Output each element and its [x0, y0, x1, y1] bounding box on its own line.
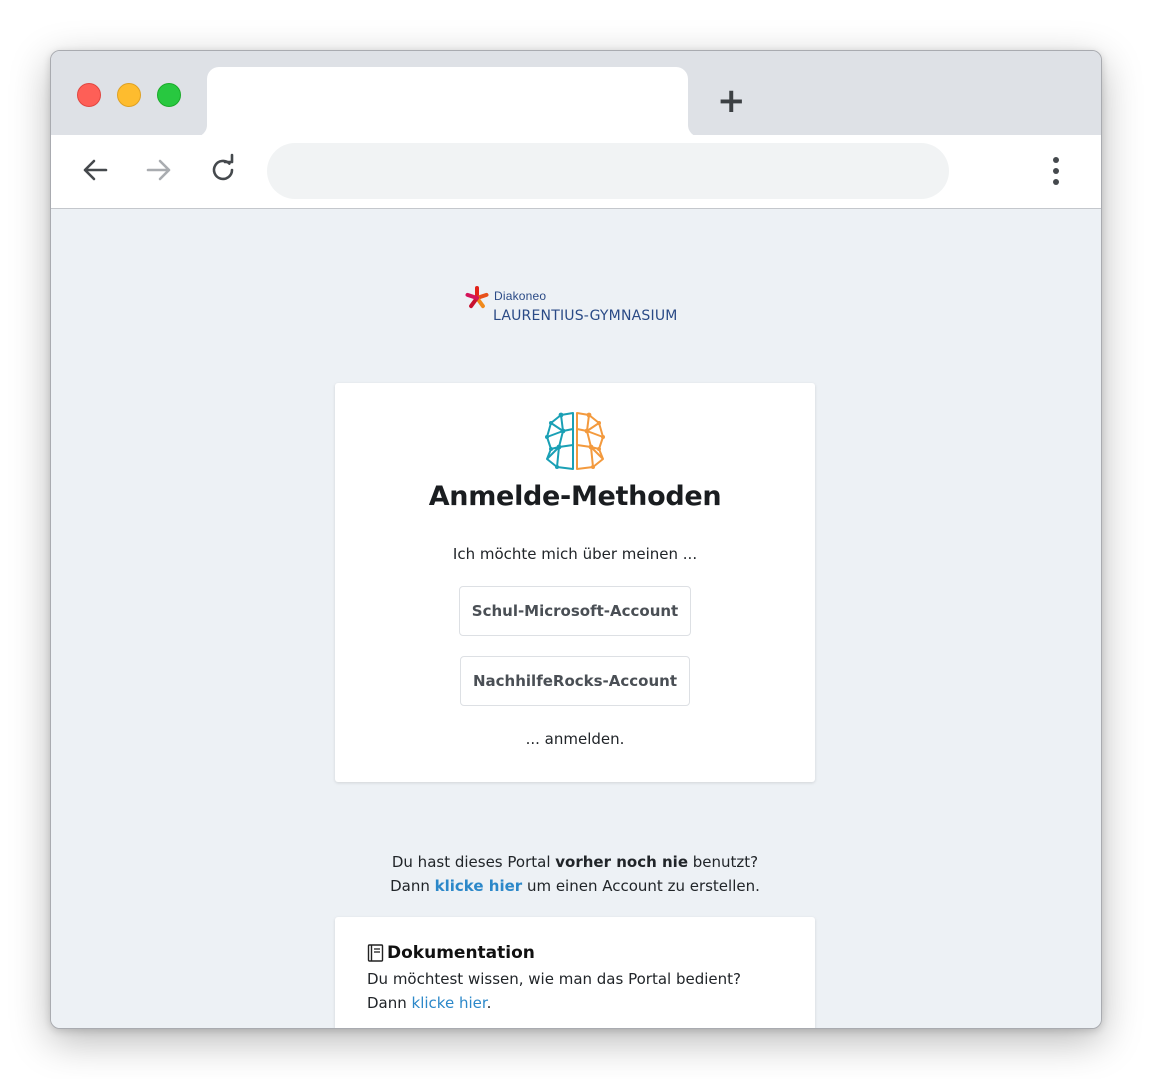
- signup-text: benutzt?: [688, 853, 759, 871]
- login-methods-card: Anmelde-Methoden Ich möchte mich über me…: [335, 383, 815, 782]
- brain-network-icon: [545, 412, 605, 470]
- documentation-line-2: Dann klicke hier.: [367, 991, 787, 1015]
- signup-hint: Du hast dieses Portal vorher noch nie be…: [335, 850, 815, 898]
- documentation-card: Dokumentation Du möchtest wissen, wie ma…: [335, 917, 815, 1028]
- signup-text: Dann: [390, 877, 435, 895]
- page-title: Anmelde-Methoden: [428, 481, 722, 512]
- arrow-left-icon[interactable]: [78, 153, 112, 187]
- maximize-window-button[interactable]: [157, 83, 181, 107]
- signup-text: Du hast dieses Portal: [391, 853, 556, 871]
- documentation-title: Dokumentation: [387, 943, 535, 963]
- nachhilferocks-login-button[interactable]: NachhilfeRocks-Account: [460, 656, 690, 706]
- microsoft-login-button[interactable]: Schul-Microsoft-Account: [459, 586, 691, 636]
- signup-link[interactable]: klicke hier: [435, 877, 523, 895]
- documentation-text: Dann: [367, 994, 412, 1012]
- active-tab[interactable]: [207, 67, 688, 137]
- browser-window: + Diakoneo LAURENTIUS-GYMNASIUM Anmelde-…: [50, 50, 1102, 1029]
- login-intro-text: Ich möchte mich über meinen ...: [452, 545, 698, 563]
- tab-strip: +: [51, 51, 1101, 137]
- kebab-menu-icon[interactable]: [1041, 155, 1071, 187]
- diakoneo-star-icon: [465, 286, 489, 309]
- documentation-link[interactable]: klicke hier: [412, 994, 487, 1012]
- arrow-right-icon[interactable]: [142, 153, 176, 187]
- signup-text: um einen Account zu erstellen.: [522, 877, 760, 895]
- book-icon: [367, 944, 384, 962]
- documentation-text: .: [486, 994, 492, 1012]
- signup-line-2: Dann klicke hier um einen Account zu ers…: [335, 874, 815, 898]
- documentation-line-1: Du möchtest wissen, wie man das Portal b…: [367, 970, 741, 988]
- signup-line-1: Du hast dieses Portal vorher noch nie be…: [335, 850, 815, 874]
- new-tab-button[interactable]: +: [717, 84, 746, 118]
- reload-icon[interactable]: [206, 153, 240, 187]
- logo-school-name: LAURENTIUS-GYMNASIUM: [493, 308, 678, 324]
- minimize-window-button[interactable]: [117, 83, 141, 107]
- close-window-button[interactable]: [77, 83, 101, 107]
- school-logo[interactable]: Diakoneo LAURENTIUS-GYMNASIUM: [463, 282, 703, 332]
- browser-toolbar: [51, 135, 1101, 209]
- login-outro-text: ... anmelden.: [525, 730, 625, 748]
- signup-emphasis: vorher noch nie: [555, 853, 688, 871]
- logo-brand-text: Diakoneo: [494, 289, 547, 303]
- documentation-body: Du möchtest wissen, wie man das Portal b…: [367, 967, 787, 1015]
- address-bar[interactable]: [267, 143, 949, 199]
- page-viewport: Diakoneo LAURENTIUS-GYMNASIUM Anmelde-Me…: [51, 210, 1101, 1028]
